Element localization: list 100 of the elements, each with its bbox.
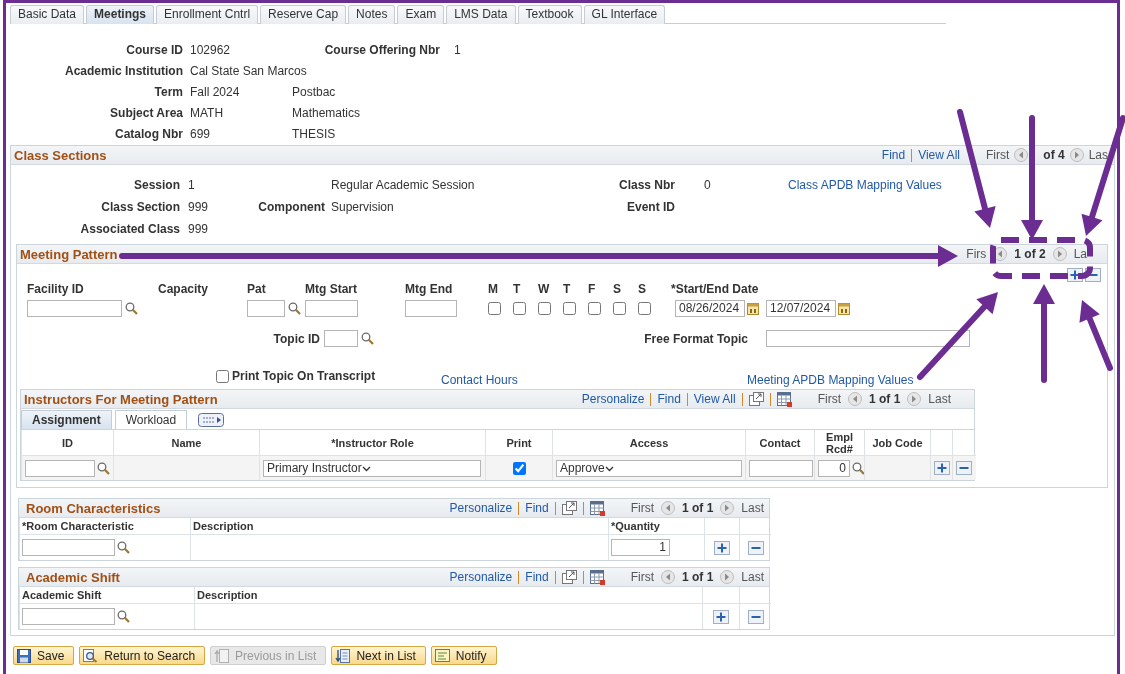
field-description: THESIS (292, 126, 337, 141)
next-row-button[interactable] (1052, 247, 1067, 261)
search-icon[interactable] (288, 302, 301, 315)
input-field[interactable] (22, 608, 115, 625)
day-checkbox[interactable] (563, 302, 576, 315)
search-icon[interactable] (361, 332, 374, 345)
input-field[interactable] (766, 330, 970, 347)
field-label: T (513, 282, 521, 296)
field-label: Term (153, 84, 183, 99)
last-link[interactable]: Las (1088, 148, 1108, 162)
access-dropdown[interactable]: Approve (556, 459, 742, 477)
search-icon[interactable] (117, 610, 130, 623)
first-link[interactable]: First (630, 501, 654, 515)
spreadsheet-icon[interactable] (776, 391, 792, 407)
field-label: Free Format Topic (643, 331, 748, 346)
calendar-icon[interactable] (838, 302, 850, 315)
tab[interactable]: Textbook (517, 5, 582, 24)
tab[interactable]: Notes (348, 5, 396, 24)
last-link[interactable]: Last (741, 501, 764, 515)
field-value: 699 (190, 126, 212, 141)
new-window-icon[interactable] (561, 501, 577, 515)
mapping-link[interactable]: Class APDB Mapping Values (788, 178, 942, 192)
next-row-button[interactable] (720, 501, 735, 515)
field-label: Pat (247, 282, 266, 296)
add-row-button[interactable] (714, 540, 730, 555)
subtab[interactable]: Workload (114, 410, 188, 429)
find-link[interactable]: Find (525, 501, 549, 515)
input-field[interactable] (305, 300, 358, 317)
input-field[interactable] (405, 300, 457, 317)
personalize-link[interactable]: Personalize (449, 501, 513, 515)
next-row-button[interactable] (907, 392, 922, 406)
next-button[interactable]: Next in List (331, 646, 426, 665)
tab[interactable]: Reserve Cap (260, 5, 347, 24)
next-row-button[interactable] (720, 570, 735, 584)
input-field[interactable] (25, 459, 95, 477)
subtab[interactable]: Assignment (21, 410, 112, 429)
personalize-link[interactable]: Personalize (581, 392, 645, 406)
field-label: Class Nbr (617, 178, 675, 192)
find-link[interactable]: Find (657, 392, 681, 406)
role-dropdown[interactable]: Primary Instructor (263, 459, 481, 477)
find-link[interactable]: Find (525, 570, 549, 584)
save-button[interactable]: Save (13, 646, 75, 665)
input-field[interactable] (27, 300, 122, 317)
print-topic-checkbox[interactable] (216, 369, 229, 383)
add-row-button[interactable] (934, 461, 950, 475)
new-window-icon[interactable] (748, 392, 764, 406)
first-link[interactable]: First (985, 148, 1010, 162)
first-link[interactable]: First (630, 570, 654, 584)
contact-hours-link[interactable]: Contact Hours (441, 373, 518, 387)
field-label: Associated Class (79, 222, 180, 236)
first-link[interactable]: Firs (966, 247, 987, 261)
field-label: Facility ID (27, 282, 84, 296)
spreadsheet-icon[interactable] (589, 500, 605, 516)
note-icon (434, 649, 450, 662)
view-all-link[interactable]: View All (693, 392, 736, 406)
mapping-link[interactable]: Meeting APDB Mapping Values (747, 373, 914, 387)
new-window-icon[interactable] (561, 570, 577, 584)
tab[interactable]: LMS Data (446, 5, 516, 24)
print-checkbox[interactable] (512, 461, 526, 475)
day-checkbox[interactable] (588, 302, 601, 315)
input-field[interactable] (324, 330, 358, 347)
delete-row-button[interactable] (747, 609, 764, 624)
personalize-link[interactable]: Personalize (449, 570, 513, 584)
view-all-link[interactable]: View All (918, 148, 960, 162)
day-checkbox[interactable] (613, 302, 626, 315)
tab[interactable]: Meetings (86, 5, 155, 24)
find-link[interactable]: Find (881, 148, 906, 162)
delete-row-button[interactable] (747, 540, 764, 555)
tab[interactable]: GL Interface (583, 5, 666, 24)
row-count: 1 of 2 (1014, 247, 1046, 261)
next-row-button[interactable] (1069, 148, 1084, 162)
day-checkbox[interactable] (513, 302, 526, 315)
search-icon[interactable] (125, 302, 138, 315)
add-row-button[interactable] (713, 609, 729, 624)
day-checkbox[interactable] (488, 302, 501, 315)
field-label: Class Section (100, 200, 180, 214)
day-checkbox[interactable] (638, 302, 651, 315)
spreadsheet-icon[interactable] (589, 569, 605, 585)
date-field[interactable]: 12/07/2024 (766, 300, 836, 317)
first-link[interactable]: First (817, 392, 841, 406)
tab[interactable]: Basic Data (10, 5, 85, 24)
notify-button[interactable]: Notify (430, 646, 497, 665)
quantity-field[interactable]: 1 (611, 539, 670, 556)
tab[interactable]: Enrollment Cntrl (156, 5, 259, 24)
search-button[interactable]: Return to Search (79, 646, 206, 665)
search-icon[interactable] (117, 541, 130, 554)
input-field[interactable] (22, 539, 115, 556)
calendar-icon[interactable] (747, 302, 759, 315)
date-field[interactable]: 08/26/2024 (675, 300, 745, 317)
search-icon[interactable] (97, 461, 110, 475)
last-link[interactable]: La (1073, 247, 1087, 261)
show-columns-icon[interactable] (198, 413, 225, 427)
day-checkbox[interactable] (538, 302, 551, 315)
search-icon[interactable] (852, 461, 865, 475)
delete-row-button[interactable] (956, 461, 972, 475)
input-field[interactable] (247, 300, 285, 317)
input-field[interactable]: 0 (818, 459, 850, 477)
tab[interactable]: Exam (397, 5, 445, 24)
last-link[interactable]: Last (928, 392, 951, 406)
last-link[interactable]: Last (741, 570, 764, 584)
